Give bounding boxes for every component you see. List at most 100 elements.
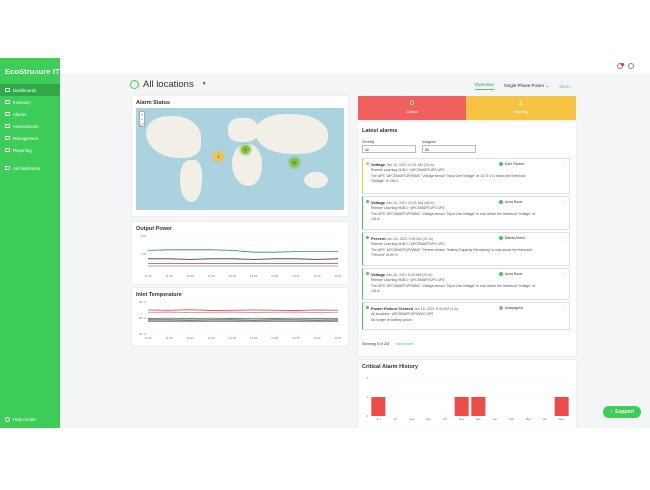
assignee-name: Eder Fischer [505,162,525,166]
alarm-detail-text: No longer on battery power. [371,318,413,322]
assignee-name: Unassigned [505,306,523,310]
user-avatar-icon[interactable] [628,63,634,69]
alarm-detail-text: Remote Learning HUB 1 › APCSMARTUPS UPS [371,278,445,282]
x-tick-label: 13:30 [313,274,320,278]
support-button[interactable]: ◔ Support [603,406,641,418]
alarm-assignee[interactable]: Anna Rossi [499,200,522,204]
view-more-link[interactable]: View more [396,342,413,346]
alarm-status-icon [366,306,369,309]
tab-single-phase-power[interactable]: Single Phase Power ⌄ [504,83,550,89]
help-center-link[interactable]: Help Center [5,417,36,422]
y-tick-label: 2 [366,376,368,380]
alarm-status-icon [366,200,369,203]
sidebar-item-label: Dashboards [13,87,37,93]
alarm-status-icon [366,272,369,275]
output-power-chart: 5 W 2 W 11:30 11:45 12:00 12:15 12:30 12:45 13:0… [141,234,342,278]
sidebar-item-label: Reporting [13,147,32,153]
more-options-icon[interactable]: ⋮ [561,162,565,167]
map-cluster-marker[interactable]: 7 [241,145,250,154]
alarm-header: Percent Jan 18, 2021 9:46 AM (21 m) [371,236,433,241]
sidebar-item-alarms[interactable]: Alarms [0,108,60,120]
alarm-status-icon [366,162,369,165]
alarm-list-item[interactable]: Power Failure Cleared Jan 18, 2021 9:40 … [362,302,570,330]
x-tick-label: 11:45 [166,336,173,340]
location-icon [130,79,139,89]
x-tick-label: 11:30 [145,274,152,278]
severity-select[interactable]: All [362,145,416,153]
alarm-assignee[interactable]: Danita Abreu [499,236,525,240]
x-tick-label: 12:45 [250,336,257,340]
alarm-detail-text: 118 V. [371,217,381,221]
logo: EcoStruxure IT [5,66,60,76]
alarm-list-item[interactable]: Voltage Jan 19, 2021 10:01 AM (48 m) Anna… [362,196,570,230]
alarm-assignee[interactable]: Eder Fischer [499,162,524,166]
severity-label: Severity [362,140,375,144]
chat-icon: ◔ [609,409,613,415]
alarm-detail-text: The UPS "APCSMARTUPSNMC" Percent sensor … [371,248,532,252]
inventory-icon [5,100,10,104]
output-power-card: Output Power 5 W2 W 11:30 11:45 12:00 12:15 1… [132,222,348,284]
x-tick-label: 11:45 [166,274,173,278]
x-tick-label: 11:30 [145,336,152,340]
map-cluster-marker[interactable]: 6 [290,158,299,167]
sidebar-item-administration[interactable]: Administration [0,162,60,174]
x-tick-label: 12:15 [208,336,215,340]
card-title: Latest alarms [362,128,398,134]
chevron-down-icon[interactable]: ▼ [202,81,207,87]
assignee-name: Anna Rossi [505,272,523,276]
alarm-detail-text: Remote Learning HUB 1 › APCSMARTUPS UPS [371,168,445,172]
x-tick-label: 13:00 [271,274,278,278]
assignee-avatar-icon [499,236,503,240]
more-options-icon[interactable]: ⋮ [561,272,565,277]
x-tick-label: 12:30 [229,336,236,340]
warning-summary[interactable]: 1 Warning [466,96,576,120]
map-cluster-marker[interactable]: 1 [214,152,223,161]
alarm-assignee[interactable]: Unassigned [499,306,523,310]
x-tick-label: Dec [476,417,482,421]
more-options-icon[interactable]: ⋮ [561,236,565,241]
sidebar-item-label: Assessments [13,123,39,129]
alarm-list-item[interactable]: Voltage Jan 18, 2021 9:40 AM (20 m) Anna … [362,268,570,300]
sidebar-item-assessments[interactable]: Assessments [0,120,60,132]
alarm-header: Voltage Jan 19, 2021 11:01 AM (18 m) [371,162,434,167]
help-icon [5,417,10,422]
sidebar-item-reporting[interactable]: Reporting [0,144,60,156]
x-tick-label: 13:30 [313,336,320,340]
sidebar-item-inventory[interactable]: Inventory [0,96,60,108]
bar [554,397,569,416]
page-title[interactable]: All locations [143,79,194,90]
sidebar-item-dashboards[interactable]: Dashboards [0,84,60,96]
alarm-assignee[interactable]: Anna Rossi [499,272,522,276]
map-zoom-control[interactable]: + − ⤢ [139,111,145,127]
tab-overview[interactable]: Overview [475,82,494,90]
assignee-select[interactable]: All [422,145,476,153]
alarm-type: Voltage [371,272,386,277]
series-line [147,249,338,253]
map-land-north-america [146,116,201,158]
sidebar-item-label: Inventory [13,99,31,105]
page-header: All locations ▼ [130,76,207,92]
alarm-list-item[interactable]: Voltage Jan 19, 2021 11:01 AM (18 m) Eder… [362,158,570,194]
x-tick-label: Jun [376,417,381,421]
sidebar-item-management[interactable]: Management [0,132,60,144]
more-options-icon[interactable]: ⋮ [561,306,565,311]
sidebar: EcoStruxure IT Dashboards Inventory Alar… [0,58,60,428]
world-map[interactable]: + − ⤢ 1 7 6 [136,108,344,210]
sidebar-item-label: Alarms [13,111,27,117]
assessment-icon [5,124,10,128]
x-tick-label: 12:30 [229,274,236,278]
alarm-detail-text: The UPS "APCSMARTUPSNMC" Voltage sensor … [371,212,536,216]
y-tick-label: 30 °C [139,300,146,304]
assignee-name: Danita Abreu [505,236,525,240]
x-tick-label: Jul [393,417,397,421]
alarm-time: Jan 19, 2021 11:01 AM (18 m) [385,163,435,167]
app-root: EcoStruxure IT Dashboards Inventory Alar… [0,58,650,428]
x-tick-label: Oct [443,417,448,421]
more-options-icon[interactable]: ⋮ [561,200,565,205]
assignee-name: Anna Rossi [505,200,523,204]
tab-more[interactable]: More... [559,84,573,89]
bar [371,397,386,416]
notification-icon[interactable] [617,63,624,69]
critical-summary[interactable]: 0 Critical [358,96,466,120]
alarm-list-item[interactable]: Percent Jan 18, 2021 9:46 AM (21 m) Danit… [362,232,570,266]
